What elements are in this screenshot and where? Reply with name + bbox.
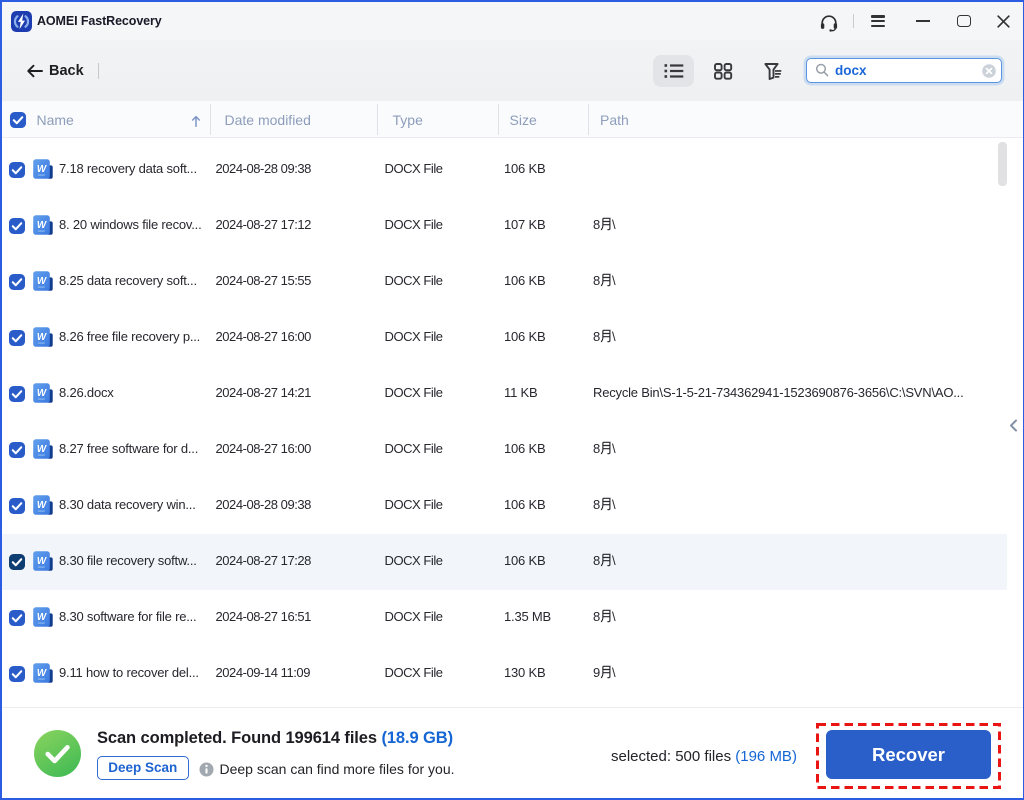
svg-text:W: W — [37, 612, 47, 623]
svg-text:W: W — [37, 388, 47, 399]
svg-text:W: W — [37, 276, 47, 287]
svg-text:W: W — [37, 444, 47, 455]
svg-text:W: W — [37, 332, 47, 343]
svg-text:W: W — [37, 556, 47, 567]
svg-text:W: W — [37, 500, 47, 511]
svg-text:W: W — [37, 164, 47, 175]
svg-text:W: W — [37, 668, 47, 679]
svg-text:W: W — [37, 220, 47, 231]
